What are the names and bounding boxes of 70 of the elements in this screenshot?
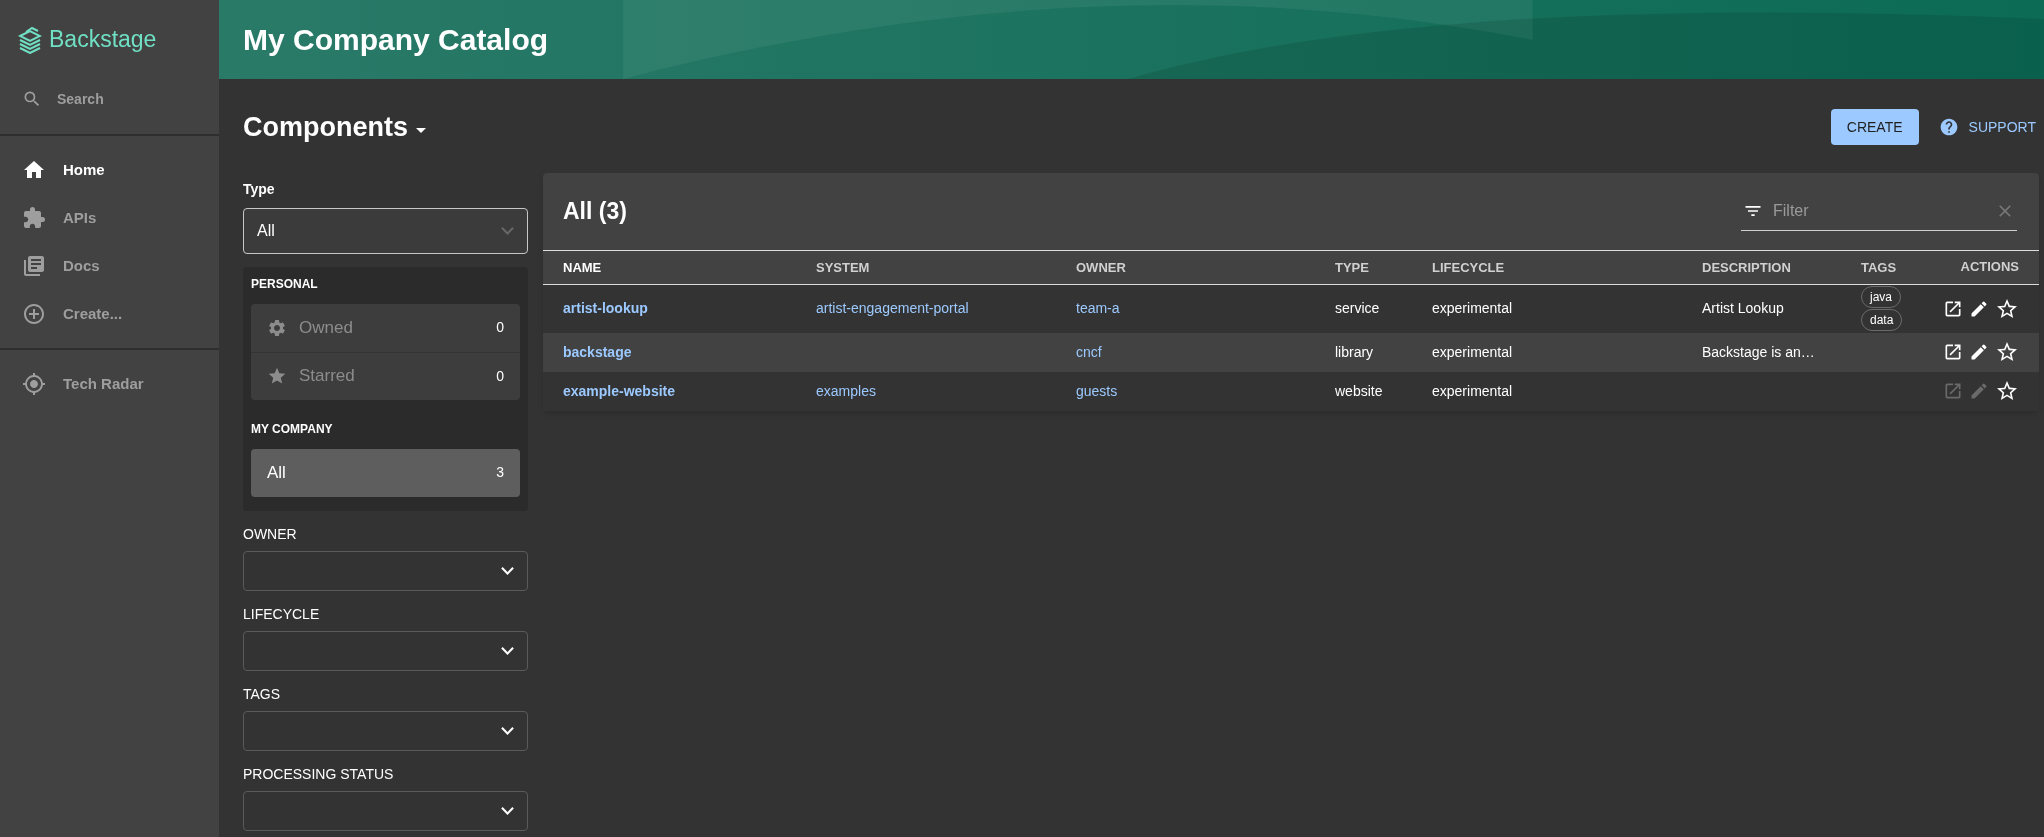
column-header[interactable]: OWNER [1076, 260, 1126, 275]
owner-link[interactable]: guests [1076, 382, 1118, 399]
chevron-icon [501, 646, 514, 655]
edit-icon[interactable] [1969, 298, 1989, 319]
chevron-icon [501, 226, 514, 235]
group-title: MY COMPANY [251, 420, 334, 438]
count: 0 [496, 366, 504, 386]
table-cell: Backstage is an… [1702, 343, 1815, 360]
filter-option[interactable]: Starred 0 [251, 351, 520, 400]
sidebar-item[interactable]: Home [0, 146, 219, 194]
table-cell: Artist Lookup [1702, 300, 1784, 316]
support-button[interactable]: SUPPORT [1938, 109, 2036, 146]
column-header[interactable]: ACTIONS [1960, 257, 2019, 277]
crosshair-icon [22, 372, 46, 396]
sidebar-item[interactable]: Docs [0, 242, 219, 290]
star-icon [267, 366, 287, 386]
gear-icon [267, 317, 287, 338]
column-header[interactable]: NAME [563, 260, 602, 275]
caret-icon [416, 127, 426, 133]
column-header[interactable]: TAGS [1861, 260, 1897, 275]
chevron-icon [501, 806, 514, 815]
filter-label: OWNER [243, 524, 298, 544]
filter-label: LIFECYCLE [243, 604, 321, 624]
sidebar-search[interactable]: Search [0, 79, 219, 119]
open-external-icon[interactable] [1943, 342, 1963, 362]
table-cell: website [1335, 382, 1383, 399]
star-icon[interactable] [1995, 379, 2019, 403]
owner-link[interactable]: team-a [1076, 300, 1120, 316]
search-icon [22, 89, 42, 109]
page-title-dropdown[interactable]: Components [243, 107, 426, 148]
column-header[interactable]: DESCRIPTION [1702, 260, 1791, 275]
logo-icon [18, 25, 42, 54]
header-title: My Company Catalog [243, 22, 549, 58]
table-cell: experimental [1432, 343, 1513, 360]
group-title: PERSONAL [251, 275, 319, 293]
help-icon [1938, 117, 1959, 138]
table-cell: library [1335, 343, 1374, 360]
count: 0 [496, 318, 504, 337]
table-cell: service [1335, 300, 1380, 316]
system-link[interactable]: examples [816, 382, 876, 399]
count: 3 [496, 463, 504, 482]
puzzle-icon [22, 206, 46, 230]
sidebar-item[interactable]: Tech Radar [0, 360, 219, 408]
type-select[interactable]: All [243, 207, 528, 254]
sidebar-item[interactable]: Create... [0, 290, 219, 338]
filter-label: TAGS [243, 684, 282, 704]
table-cell: experimental [1432, 382, 1513, 399]
star-icon[interactable] [1995, 340, 2019, 364]
books-icon [22, 254, 46, 278]
table-title: All (3) [563, 196, 627, 226]
filter-label: Type [243, 179, 276, 199]
column-header[interactable]: TYPE [1335, 260, 1369, 275]
filter-input[interactable]: Filter [1773, 198, 1985, 223]
name-link[interactable]: artist-lookup [563, 300, 648, 316]
create-button[interactable]: CREATE [1830, 109, 1919, 146]
chevron-icon [501, 566, 514, 575]
system-link[interactable]: artist-engagement-portal [816, 300, 969, 316]
filter-option[interactable]: All 3 [251, 448, 520, 497]
filter-label: PROCESSING STATUS [243, 764, 395, 784]
edit-icon[interactable] [1969, 342, 1989, 362]
logo-text: Backstage [49, 25, 157, 55]
sidebar-item[interactable]: APIs [0, 194, 219, 242]
name-link[interactable]: backstage [563, 343, 632, 360]
column-header[interactable]: SYSTEM [816, 260, 870, 275]
column-header[interactable]: LIFECYCLE [1432, 260, 1505, 275]
table-cell: experimental [1432, 300, 1513, 316]
filter-option[interactable]: Owned 0 [251, 303, 520, 352]
name-link[interactable]: example-website [563, 382, 676, 399]
owner-link[interactable]: cncf [1076, 343, 1102, 360]
chevron-icon [501, 726, 514, 735]
